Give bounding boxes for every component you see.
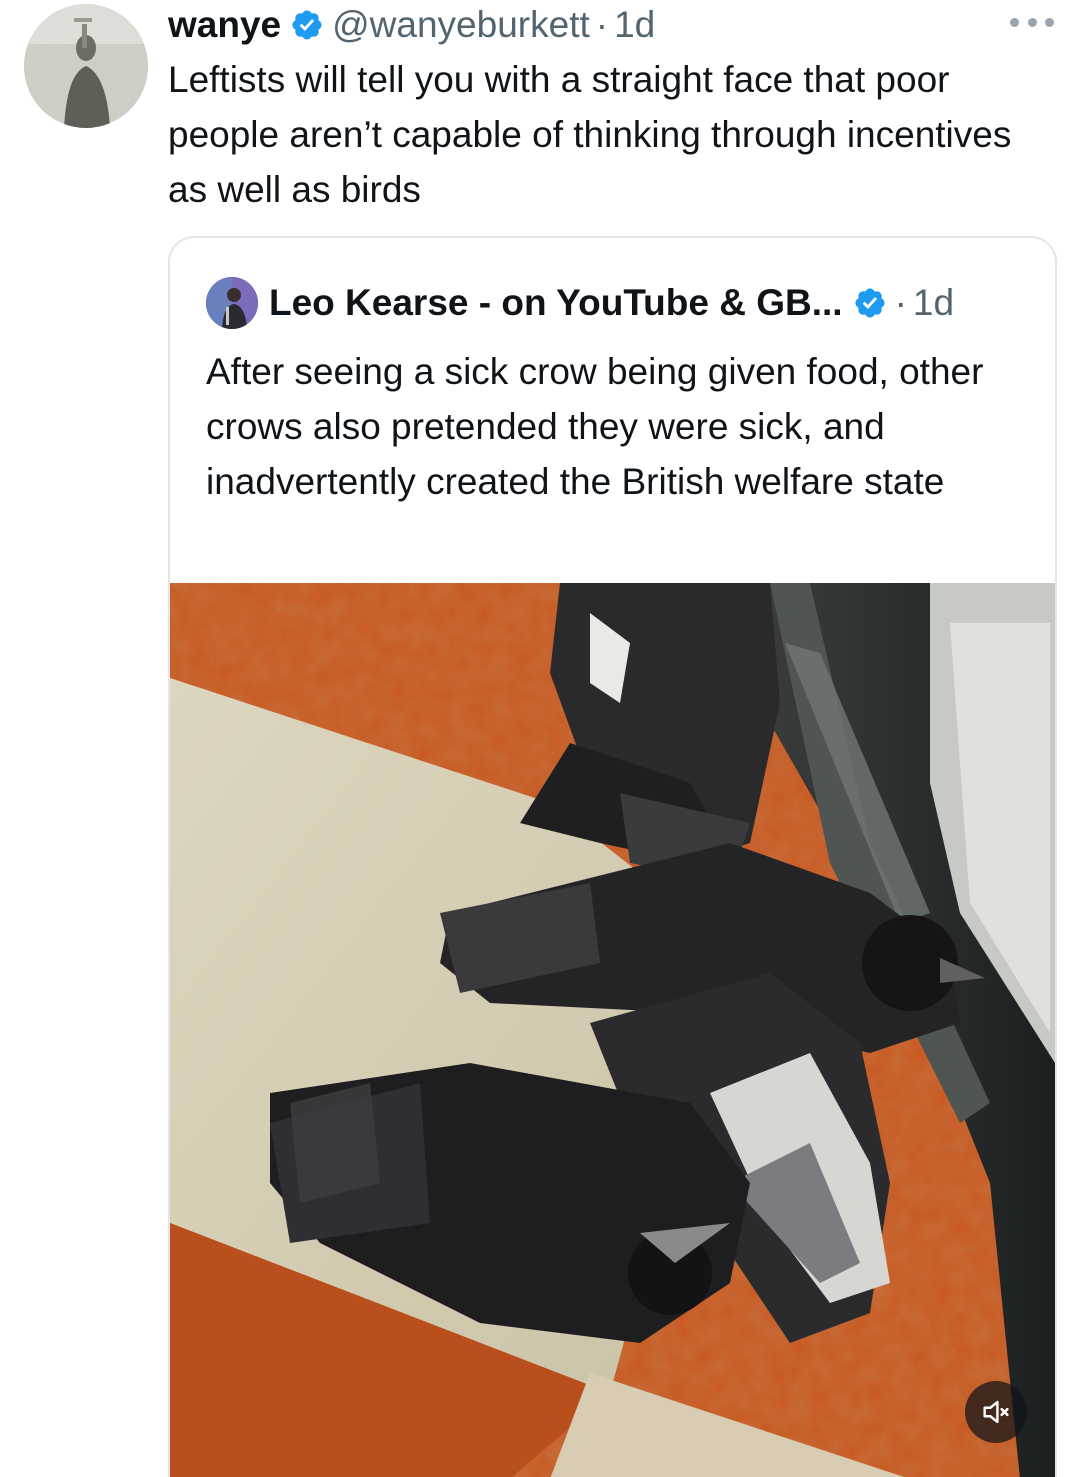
- tweet[interactable]: wanye @wanyeburkett · 1d Leftists will t…: [0, 0, 1080, 1477]
- quoted-avatar-photo: [206, 277, 258, 329]
- separator-dot: ·: [595, 4, 609, 45]
- mute-toggle-button[interactable]: [965, 1381, 1027, 1443]
- author-avatar[interactable]: [24, 4, 148, 128]
- quoted-author-name[interactable]: Leo Kearse - on YouTube & GB...: [269, 282, 843, 324]
- quoted-tweet-text: After seeing a sick crow being given foo…: [206, 351, 984, 502]
- quoted-tweet-card[interactable]: Leo Kearse - on YouTube & GB... · 1d Aft…: [168, 236, 1057, 1477]
- author-handle[interactable]: @wanyeburkett: [332, 4, 590, 46]
- video-frame: [170, 583, 1055, 1477]
- tweet-header: wanye @wanyeburkett · 1d: [168, 2, 655, 48]
- quoted-video[interactable]: [170, 583, 1055, 1477]
- avatar-photo: [24, 4, 148, 128]
- quoted-author-avatar[interactable]: [206, 277, 258, 329]
- quoted-timestamp[interactable]: 1d: [913, 282, 954, 324]
- separator-dot: ·: [894, 282, 907, 323]
- tweet-text: Leftists will tell you with a straight f…: [168, 59, 1012, 210]
- verified-badge-icon: [853, 286, 887, 320]
- verified-badge-icon: [290, 8, 324, 42]
- more-options-icon[interactable]: [1010, 14, 1054, 30]
- timestamp[interactable]: 1d: [614, 4, 655, 46]
- author-name[interactable]: wanye: [168, 4, 281, 46]
- quoted-tweet-header: Leo Kearse - on YouTube & GB... · 1d: [206, 274, 954, 332]
- speaker-muted-icon: [983, 1400, 1009, 1424]
